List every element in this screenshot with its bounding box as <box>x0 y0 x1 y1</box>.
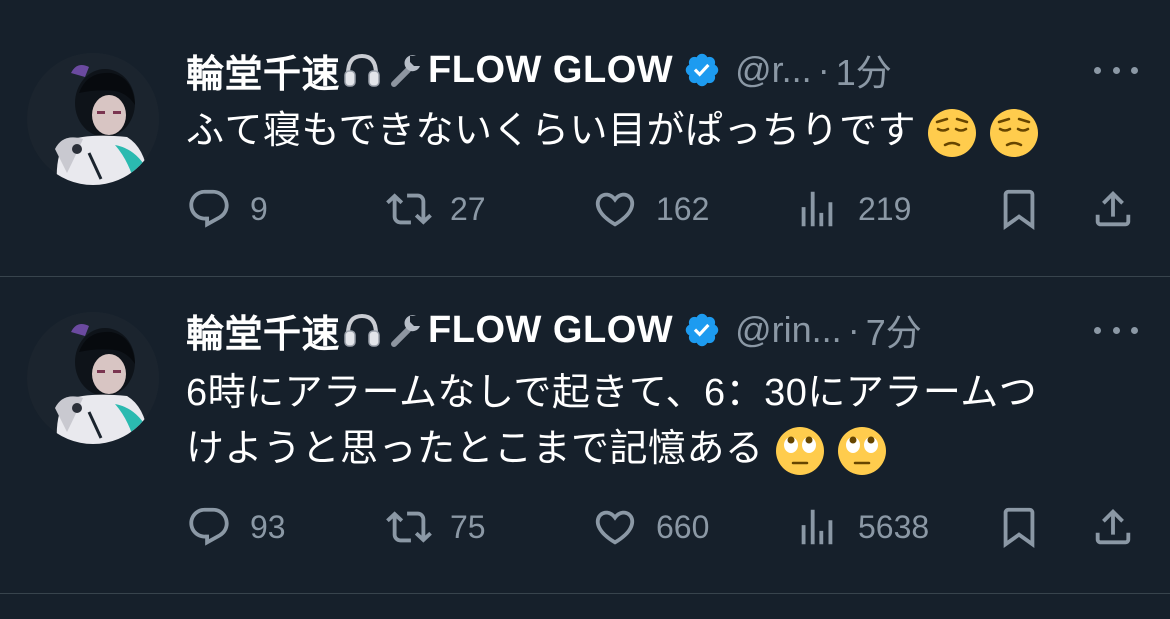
pensive-face-icon <box>989 108 1038 157</box>
like-count: 162 <box>656 190 710 227</box>
reply-button[interactable]: 9 <box>186 186 268 232</box>
reply-icon <box>189 507 229 546</box>
more-options-icon[interactable] <box>1094 318 1138 342</box>
reply-count: 93 <box>250 508 286 545</box>
tweet[interactable]: 輪堂千速 FLOW GLOW @rin... · 7分 6時にアラームなしで起き… <box>0 277 1170 593</box>
retweet-count: 27 <box>450 190 486 227</box>
views-count: 5638 <box>858 508 930 545</box>
wrench-icon <box>391 315 421 347</box>
bookmark-icon <box>1003 189 1035 230</box>
tweet-text: 6時にアラームなしで起きて、6：30にアラームつ けようと思ったとこまで記憶ある <box>186 365 1142 477</box>
bookmark-icon <box>1003 507 1035 548</box>
heart-icon <box>595 510 635 545</box>
display-name-suffix[interactable]: FLOW GLOW <box>428 49 673 92</box>
pensive-face-icon <box>927 108 976 157</box>
views-button[interactable]: 5638 <box>794 504 929 550</box>
views-count: 219 <box>858 190 912 227</box>
more-options-icon[interactable] <box>1094 58 1138 82</box>
tweet-text-content: ふて寝もできないくらい目がぱっちりです <box>186 110 916 152</box>
reply-button[interactable]: 93 <box>186 504 286 550</box>
timestamp[interactable]: 1分 <box>836 44 892 96</box>
share-button[interactable] <box>1090 186 1136 232</box>
avatar-image <box>27 53 159 185</box>
tweet-header: 輪堂千速 FLOW GLOW @rin... · 7分 <box>186 304 1138 356</box>
avatar[interactable] <box>27 312 159 444</box>
retweet-button[interactable]: 27 <box>386 186 486 232</box>
eye-roll-face-icon <box>837 426 886 475</box>
separator-dot: · <box>847 309 860 350</box>
tweet-text-line-2: けようと思ったとこまで記憶ある <box>186 428 764 470</box>
like-button[interactable]: 162 <box>592 186 709 232</box>
retweet-icon <box>386 193 432 225</box>
like-button[interactable]: 660 <box>592 504 709 550</box>
views-button[interactable]: 219 <box>794 186 911 232</box>
heart-icon <box>595 192 635 227</box>
user-handle[interactable]: @rin... <box>735 309 842 351</box>
tweet-text-line-2-wrapper: けようと思ったとこまで記憶ある <box>186 421 1142 477</box>
tweet-actions: 93 75 660 5638 <box>186 502 1140 552</box>
divider <box>0 593 1170 594</box>
headphones-icon <box>344 53 380 87</box>
eye-roll-face-icon <box>775 426 824 475</box>
timestamp[interactable]: 7分 <box>866 304 922 356</box>
timeline: 輪堂千速 FLOW GLOW @r... · 1分 ふて寝もできないくらい目がぱ… <box>0 0 1170 619</box>
verified-badge-icon[interactable] <box>683 311 721 349</box>
reply-count: 9 <box>250 190 268 227</box>
tweet[interactable]: 輪堂千速 FLOW GLOW @r... · 1分 ふて寝もできないくらい目がぱ… <box>0 0 1170 276</box>
wrench-icon <box>391 55 421 87</box>
share-icon <box>1095 508 1131 545</box>
tweet-text-line-1: 6時にアラームなしで起きて、6：30にアラームつ <box>186 372 1038 414</box>
display-name[interactable]: 輪堂千速 <box>186 303 340 358</box>
verified-badge-icon[interactable] <box>683 51 721 89</box>
user-handle[interactable]: @r... <box>735 49 812 91</box>
separator-dot: · <box>817 49 830 90</box>
tweet-text: ふて寝もできないくらい目がぱっちりです <box>186 103 1142 159</box>
display-name-suffix[interactable]: FLOW GLOW <box>428 309 673 352</box>
bookmark-button[interactable] <box>996 186 1042 232</box>
avatar-image <box>27 312 159 444</box>
retweet-button[interactable]: 75 <box>386 504 486 550</box>
retweet-icon <box>386 511 432 543</box>
views-chart-icon <box>801 191 833 227</box>
headphones-icon <box>344 313 380 347</box>
like-count: 660 <box>656 508 710 545</box>
tweet-actions: 9 27 162 219 <box>186 184 1140 234</box>
display-name[interactable]: 輪堂千速 <box>186 43 340 98</box>
views-chart-icon <box>801 509 833 545</box>
share-icon <box>1095 190 1131 227</box>
retweet-count: 75 <box>450 508 486 545</box>
tweet-header: 輪堂千速 FLOW GLOW @r... · 1分 <box>186 44 1138 96</box>
avatar[interactable] <box>27 53 159 185</box>
share-button[interactable] <box>1090 504 1136 550</box>
reply-icon <box>189 189 229 228</box>
bookmark-button[interactable] <box>996 504 1042 550</box>
